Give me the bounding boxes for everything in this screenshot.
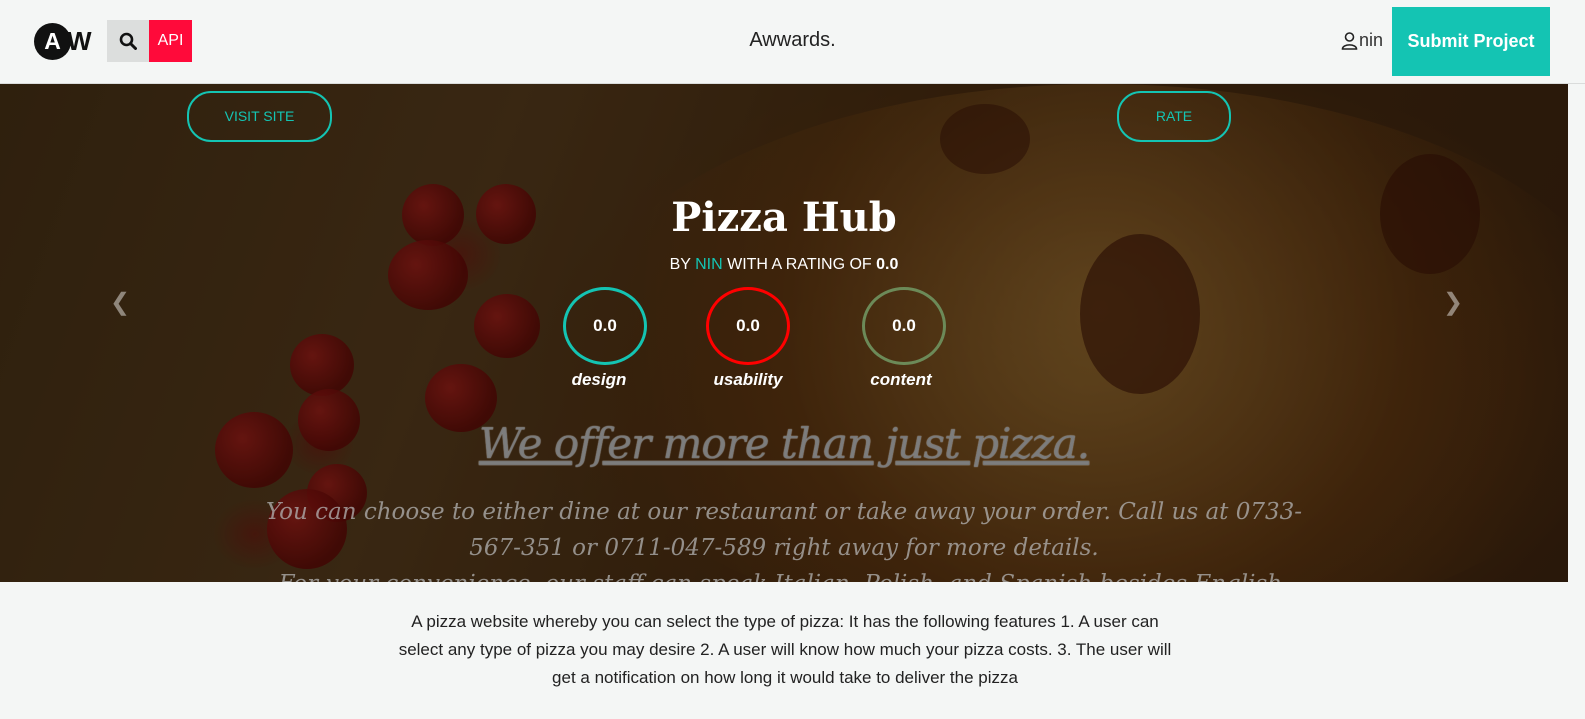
content-score-label: content: [870, 370, 932, 389]
usability-score-label: usability: [713, 370, 783, 389]
username: nin: [1359, 30, 1384, 50]
site-preview-tagline: We offer more than just pizza.: [478, 419, 1090, 468]
search-icon: [119, 32, 137, 50]
user-profile-link[interactable]: nin: [1341, 30, 1383, 51]
api-button[interactable]: API: [149, 20, 192, 62]
author-link[interactable]: NIN: [695, 256, 723, 273]
rate-button[interactable]: RATE: [1117, 91, 1231, 142]
project-title: Pizza Hub: [671, 194, 897, 241]
by-label: BY: [669, 256, 691, 273]
site-preview-text-cut: For your convenience, our staff can spea…: [255, 566, 1313, 582]
awwards-logo[interactable]: A W: [34, 23, 92, 61]
overall-rating: 0.0: [876, 256, 899, 273]
design-score-circle: 0.0: [563, 287, 647, 365]
logo-suffix: W: [67, 26, 92, 56]
carousel-prev-arrow[interactable]: ❮: [110, 288, 130, 317]
design-score-label: design: [571, 370, 627, 389]
top-navbar: A W API Awwards. nin Submit Project: [0, 0, 1585, 84]
page-scrollbar[interactable]: [1568, 84, 1585, 719]
site-preview-paragraph: You can choose to either dine at our res…: [255, 494, 1313, 582]
project-description: A pizza website whereby you can select t…: [398, 612, 1172, 687]
logo-circle: A: [34, 23, 71, 60]
submit-project-button[interactable]: Submit Project: [1392, 7, 1550, 76]
usability-score-circle: 0.0: [706, 287, 790, 365]
visit-site-button[interactable]: VISIT SITE: [187, 91, 332, 142]
user-icon: [1341, 31, 1358, 50]
site-preview-text: You can choose to either dine at our res…: [265, 499, 1303, 561]
project-byline: BY NIN WITH A RATING OF 0.0: [0, 256, 1568, 274]
search-button[interactable]: [107, 20, 149, 62]
project-hero-carousel: VISIT SITE RATE Pizza Hub BY NIN WITH A …: [0, 84, 1568, 582]
content-score-circle: 0.0: [862, 287, 946, 365]
rating-label: WITH A RATING OF: [727, 256, 872, 273]
carousel-next-arrow[interactable]: ❯: [1443, 288, 1463, 317]
